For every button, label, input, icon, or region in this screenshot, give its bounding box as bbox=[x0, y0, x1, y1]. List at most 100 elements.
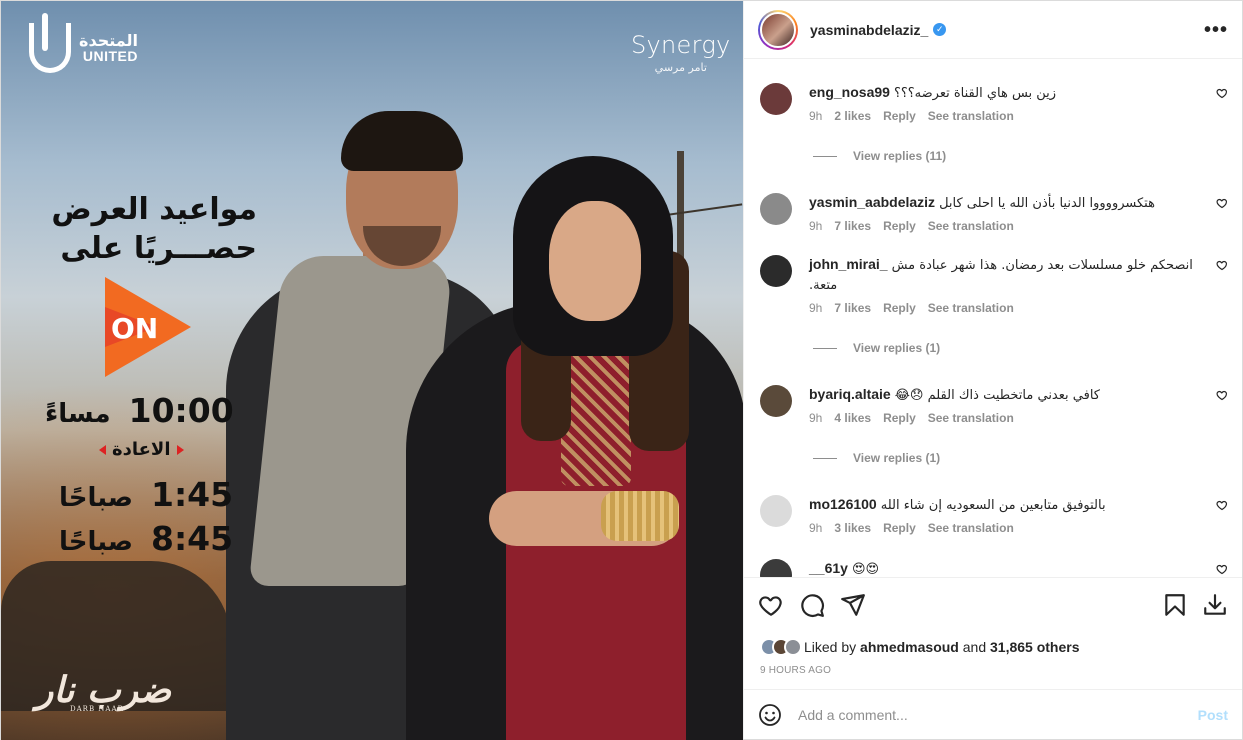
gold-bangles bbox=[601, 491, 679, 541]
time-value: 8:45 bbox=[151, 519, 234, 558]
comment-time[interactable]: 9h bbox=[809, 301, 822, 315]
comment-likes[interactable]: 7 likes bbox=[834, 219, 871, 233]
on-logo-text: ON bbox=[111, 312, 158, 345]
comment-username[interactable]: john_mirai_ bbox=[809, 256, 888, 272]
series-title-logo: ضرب نار DARB NAAR bbox=[36, 669, 171, 713]
see-translation-button[interactable]: See translation bbox=[928, 109, 1014, 123]
repeat-label: الاعادة bbox=[112, 439, 171, 460]
comment-username[interactable]: byariq.altaie bbox=[809, 386, 891, 402]
liked-by-and: and bbox=[962, 639, 987, 655]
time-period: مساءً bbox=[45, 399, 111, 429]
see-translation-button[interactable]: See translation bbox=[928, 411, 1014, 425]
comment-time[interactable]: 9h bbox=[809, 219, 822, 233]
reply-button[interactable]: Reply bbox=[883, 301, 916, 315]
comment-time[interactable]: 9h bbox=[809, 411, 822, 425]
commenter-avatar[interactable] bbox=[760, 385, 792, 417]
comment-icon[interactable] bbox=[799, 592, 825, 618]
commenter-avatar[interactable] bbox=[760, 83, 792, 115]
schedule-heading: مواعيد العرض حصـــريًا على bbox=[17, 191, 257, 269]
commenter-avatar[interactable] bbox=[760, 193, 792, 225]
comment-likes[interactable]: 4 likes bbox=[834, 411, 871, 425]
united-logo-english: UNITED bbox=[82, 48, 138, 64]
instagram-post-modal: المتحدة UNITED Synergy تامر مرسي مواعيد … bbox=[0, 0, 1243, 740]
commenter-avatar[interactable] bbox=[760, 495, 792, 527]
author-avatar-image bbox=[760, 11, 796, 48]
comment-username[interactable]: __61y bbox=[809, 560, 848, 576]
united-logo-arabic: المتحدة bbox=[79, 31, 138, 50]
dress-embroidery bbox=[561, 346, 631, 486]
view-replies-label[interactable]: View replies (1) bbox=[853, 451, 940, 465]
synergy-logo-english: Synergy bbox=[631, 31, 731, 59]
comment-like-heart-icon[interactable] bbox=[1216, 499, 1228, 511]
time-row: مساءً 10:00 bbox=[45, 391, 234, 430]
reply-button[interactable]: Reply bbox=[883, 219, 916, 233]
post-comment-button[interactable]: Post bbox=[1198, 707, 1228, 723]
time-period: صباحًا bbox=[59, 527, 134, 557]
comment-input[interactable] bbox=[798, 706, 1198, 723]
comment-like-heart-icon[interactable] bbox=[1216, 563, 1228, 575]
comment-text: زين بس هاي القناة تعرضه؟؟؟ bbox=[893, 86, 1057, 101]
view-replies-button[interactable]: View replies (11) bbox=[813, 149, 1228, 163]
author-avatar[interactable] bbox=[758, 9, 798, 50]
comment-text: بالتوفيق متابعين من السعوديه إن شاء الله bbox=[880, 498, 1106, 513]
author-username[interactable]: yasminabdelaziz_ bbox=[810, 22, 928, 38]
reply-button[interactable]: Reply bbox=[883, 521, 916, 535]
comment-likes[interactable]: 3 likes bbox=[834, 521, 871, 535]
bookmark-icon[interactable] bbox=[1162, 592, 1188, 618]
share-icon[interactable] bbox=[840, 592, 866, 618]
comment-item: eng_nosa99 زين بس هاي القناة تعرضه؟؟؟ 9h 2 … bbox=[760, 83, 1228, 123]
reply-button[interactable]: Reply bbox=[883, 411, 916, 425]
view-replies-button[interactable]: View replies (1) bbox=[813, 451, 1228, 465]
comment-username[interactable]: eng_nosa99 bbox=[809, 84, 890, 100]
download-icon[interactable] bbox=[1202, 592, 1228, 618]
liked-by-user[interactable]: ahmedmasoud bbox=[860, 639, 959, 655]
comment-item: yasmin_aabdelaziz هتكسرووووا الدنيا بأذن … bbox=[760, 193, 1228, 233]
synergy-logo-arabic: تامر مرسي bbox=[654, 61, 707, 74]
view-replies-button[interactable]: View replies (1) bbox=[813, 341, 1228, 355]
time-row: صباحًا 1:45 bbox=[59, 475, 233, 514]
post-side-panel: yasminabdelaziz_ ✓ ••• eng_nosa99 زين بس … bbox=[743, 1, 1242, 739]
comment-username[interactable]: yasmin_aabdelaziz bbox=[809, 194, 935, 210]
time-period: صباحًا bbox=[59, 483, 134, 513]
reply-button[interactable]: Reply bbox=[883, 109, 916, 123]
comments-list[interactable]: eng_nosa99 زين بس هاي القناة تعرضه؟؟؟ 9h 2 … bbox=[744, 59, 1242, 577]
commenter-avatar[interactable] bbox=[760, 559, 792, 577]
emoji-icon[interactable] bbox=[758, 703, 782, 727]
synergy-logo: Synergy تامر مرسي bbox=[631, 31, 731, 74]
action-bar bbox=[744, 577, 1242, 631]
arrow-left-icon bbox=[99, 444, 106, 455]
time-value: 1:45 bbox=[151, 475, 234, 514]
comment-item: byariq.altaie كافي بعدني ماتخطيت ذاك القل… bbox=[760, 385, 1228, 425]
likes-count[interactable]: 31,865 others bbox=[990, 639, 1080, 655]
comment-item: __61y😍😍9h3 likesReply bbox=[760, 559, 1228, 577]
comment-likes[interactable]: 2 likes bbox=[834, 109, 871, 123]
view-replies-label[interactable]: View replies (11) bbox=[853, 149, 946, 163]
united-logo: المتحدة UNITED bbox=[29, 13, 138, 73]
more-options-icon[interactable]: ••• bbox=[1204, 20, 1228, 40]
comment-like-heart-icon[interactable] bbox=[1216, 389, 1228, 401]
comment-likes[interactable]: 7 likes bbox=[834, 301, 871, 315]
liker-avatar bbox=[784, 638, 802, 656]
comment-like-heart-icon[interactable] bbox=[1216, 87, 1228, 99]
liked-by-prefix: Liked by bbox=[804, 639, 857, 655]
repeat-label-row: الاعادة bbox=[99, 439, 184, 460]
like-heart-icon[interactable] bbox=[758, 592, 784, 618]
comment-time[interactable]: 9h bbox=[809, 109, 822, 123]
comment-item: mo126100 بالتوفيق متابعين من السعوديه إن … bbox=[760, 495, 1228, 535]
comment-like-heart-icon[interactable] bbox=[1216, 197, 1228, 209]
man-hair bbox=[341, 111, 463, 171]
comment-like-heart-icon[interactable] bbox=[1216, 259, 1228, 271]
schedule-title: مواعيد العرض bbox=[51, 192, 257, 227]
replies-divider bbox=[813, 347, 837, 349]
replies-divider bbox=[813, 155, 837, 157]
commenter-avatar[interactable] bbox=[760, 255, 792, 287]
see-translation-button[interactable]: See translation bbox=[928, 521, 1014, 535]
replies-divider bbox=[813, 457, 837, 459]
see-translation-button[interactable]: See translation bbox=[928, 301, 1014, 315]
see-translation-button[interactable]: See translation bbox=[928, 219, 1014, 233]
post-image[interactable]: المتحدة UNITED Synergy تامر مرسي مواعيد … bbox=[1, 1, 743, 740]
view-replies-label[interactable]: View replies (1) bbox=[853, 341, 940, 355]
comment-username[interactable]: mo126100 bbox=[809, 496, 877, 512]
comment-time[interactable]: 9h bbox=[809, 521, 822, 535]
post-timestamp[interactable]: 9 HOURS AGO bbox=[744, 659, 1242, 689]
